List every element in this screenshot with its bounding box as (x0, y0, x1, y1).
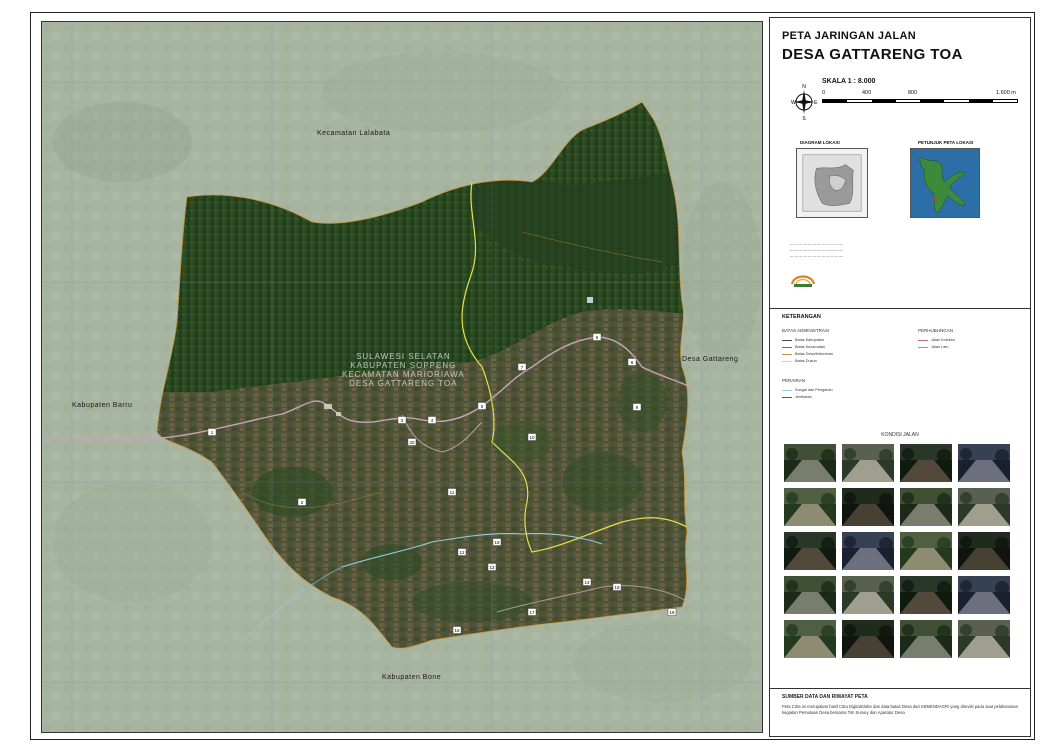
scale-label: SKALA 1 : 8.000 (822, 78, 876, 85)
inset-guide-map (910, 148, 980, 218)
road-photo (784, 576, 836, 614)
legend-water-title: PERAIRAN (782, 378, 806, 383)
source-divider (770, 688, 1030, 689)
map-watermark: SULAWESI SELATAN KABUPATEN SOPPENG KECAM… (342, 352, 465, 388)
road-photo (958, 444, 1010, 482)
meta-line-1: — — — — — — — — — — — — (790, 242, 843, 246)
legend-swatch (782, 353, 792, 355)
legend-transport-title: PERHUBUNGAN (918, 328, 954, 333)
road-condition-title: KONDISI JALAN (881, 432, 919, 438)
road-photo (900, 576, 952, 614)
legend-batas-dusun: Batas Dusun (782, 359, 817, 363)
legend-title: KETERANGAN (782, 314, 821, 320)
road-marker-number: 13 (489, 565, 495, 570)
legend-swatch (782, 360, 792, 362)
legend-batas-kecamatan: Batas Kecamatan (782, 345, 825, 349)
source-text: Peta Citra ini merupakan hasil Citra Dig… (782, 704, 1019, 715)
legend-swatch (918, 346, 928, 348)
road-marker-number: 19 (494, 540, 500, 545)
north-arrow-icon: N S W E (791, 84, 818, 120)
legend-swatch (782, 346, 792, 348)
publisher-logo-icon (790, 275, 816, 287)
road-photo (900, 444, 952, 482)
road-photo (784, 444, 836, 482)
road-photo (958, 488, 1010, 526)
road-photo (842, 444, 894, 482)
legend-jalan-lain: Jalan Lain (918, 345, 948, 349)
meta-line-2: — — — — — — — — — — — — (790, 248, 843, 252)
road-photo (842, 620, 894, 658)
map-title-small: PETA JARINGAN JALAN (782, 30, 917, 42)
east-letter: E (814, 100, 818, 106)
legend-swatch (918, 339, 928, 341)
map-sheet: 1 2 3 4 5 6 7 8 9 10 11 12 13 14 15 16 17 18 19 20 Kecamata… (30, 12, 1035, 740)
label-kabupaten-bone: Kabupaten Bone (382, 674, 442, 681)
road-photo (958, 620, 1010, 658)
road-photo (900, 620, 952, 658)
scale-bar (822, 99, 1018, 103)
road-photo (842, 488, 894, 526)
legend-sungai: Sungai dan Pengairan (782, 388, 833, 392)
legend-swatch (782, 389, 792, 391)
label-kecamatan-lalabata: Kecamatan Lalabata (317, 130, 391, 137)
inset-location-diagram (796, 148, 868, 218)
source-title: SUMBER DATA DAN RIWAYAT PETA (782, 694, 868, 700)
legend-swatch (782, 339, 792, 341)
scale-tick-0: 0 (822, 90, 826, 96)
legend-batas-kabupaten: Batas Kabupaten (782, 338, 824, 342)
south-letter: S (802, 116, 806, 120)
map-title-large: DESA GATTARENG TOA (782, 46, 963, 63)
label-kabupaten-barru: Kabupaten Barru (72, 402, 133, 409)
scale-tick-800: 800 (908, 90, 918, 96)
legend-divider (770, 308, 1030, 309)
road-marker-number: 20 (409, 440, 415, 445)
road-marker-number: 10 (529, 435, 535, 440)
road-photo (784, 488, 836, 526)
road-marker-number: 15 (614, 585, 620, 590)
road-marker-number: 14 (584, 580, 590, 585)
legend-admin-title: BATAS ADMINISTRASI (782, 328, 830, 333)
meta-line-3: — — — — — — — — — — — — (790, 254, 843, 258)
road-marker-number: 18 (669, 610, 675, 615)
map-frame: 1 2 3 4 5 6 7 8 9 10 11 12 13 14 15 16 17 18 19 20 Kecamata… (41, 21, 763, 733)
legend-swatch (782, 396, 792, 398)
road-photo (842, 532, 894, 570)
road-photo (842, 576, 894, 614)
legend-jalan-kolektor: Jalan Kolektor (918, 338, 955, 342)
scale-tick-1600: 1.600 m (996, 90, 1016, 96)
legend-jembatan: Jembatan (782, 395, 812, 399)
road-marker-number: 17 (529, 610, 535, 615)
north-letter: N (802, 84, 806, 90)
road-photo (784, 620, 836, 658)
road-photo (958, 576, 1010, 614)
road-marker-number: 12 (459, 550, 465, 555)
legend-batas-desa: Batas Desa/Kelurahan (782, 352, 833, 356)
inset-guide-title: PETUNJUK PETA LOKASI (918, 140, 974, 145)
road-photo (900, 488, 952, 526)
west-letter: W (791, 100, 796, 106)
road-photo (900, 532, 952, 570)
road-photo (958, 532, 1010, 570)
road-marker-number: 16 (454, 628, 460, 633)
legend-panel: PETA JARINGAN JALAN DESA GATTARENG TOA N… (769, 17, 1031, 737)
road-marker-number: 11 (450, 490, 455, 495)
road-photo (784, 532, 836, 570)
inset-location-title: DIAGRAM LOKASI (800, 140, 840, 145)
scale-tick-400: 400 (862, 90, 872, 96)
label-desa-gattareng: Desa Gattareng (682, 356, 739, 363)
